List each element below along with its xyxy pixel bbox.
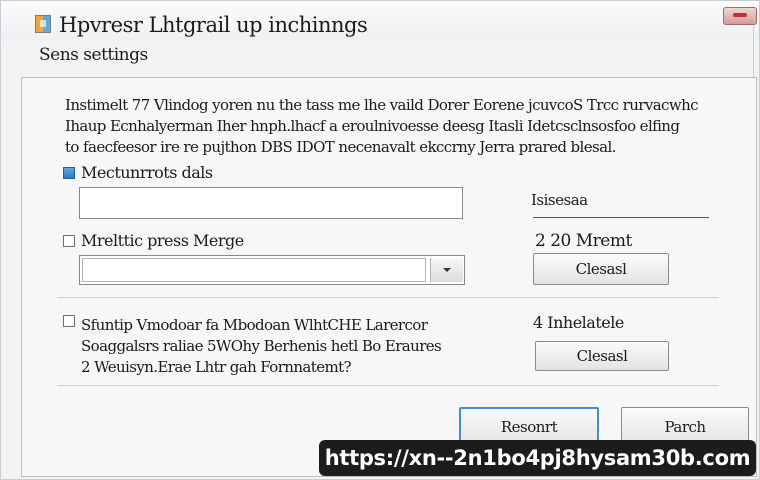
right-label-3: 4 Inhelatele <box>533 313 624 332</box>
settings-window: Hpvresr Lhtgrail up inchinngs Sens setti… <box>0 0 760 480</box>
description-line: Instimelt 77 Vlindog yoren nu the tass m… <box>65 96 699 114</box>
right-button-3[interactable]: Clesasl <box>535 341 669 371</box>
app-icon <box>35 15 51 33</box>
option2-checkbox[interactable] <box>63 235 75 247</box>
option3-text: Sfuntip Vmodoar fa Mbodoan WlhtCHE Larer… <box>81 315 442 378</box>
option3-line: Sfuntip Vmodoar fa Mbodoan WlhtCHE Larer… <box>81 316 428 334</box>
option2-combo-input[interactable] <box>82 258 426 282</box>
right-button-2[interactable]: Clesasl <box>533 253 669 285</box>
option3-line: Soaggalsrs raliae 5WOhy Berhenis hetl Bo… <box>81 337 442 355</box>
window-title: Hpvresr Lhtgrail up inchinngs <box>59 13 368 37</box>
option2-combo[interactable] <box>79 255 465 285</box>
separator-2 <box>57 385 719 386</box>
title-bar: Hpvresr Lhtgrail up inchinngs <box>1 1 759 41</box>
description-line: Ihaup Ecnhalyerman Iher hnph.lhacf a ero… <box>65 117 680 135</box>
right-field-underline <box>533 217 709 218</box>
option2-label: Mrelttic press Merge <box>81 231 244 250</box>
close-button[interactable] <box>723 7 757 25</box>
chevron-down-icon <box>443 268 451 272</box>
right-label-1: Isisesaa <box>531 191 588 209</box>
right-value-2: 2 20 Mremt <box>535 231 632 251</box>
combo-dropdown-button[interactable] <box>430 258 463 282</box>
section-label: Sens settings <box>39 45 148 65</box>
option3-checkbox[interactable] <box>63 315 75 327</box>
separator-1 <box>57 297 719 298</box>
option1-checkbox[interactable] <box>63 167 75 179</box>
option3-line: 2 Weuisyn.Erae Lhtr gah Fornnatemt? <box>81 358 352 376</box>
url-watermark: https://xn--2n1bo4pj8hysam30b.com <box>319 440 756 476</box>
option1-input[interactable] <box>79 187 463 219</box>
description-line: to faecfeesor ire re pujthon DBS IDOT ne… <box>65 138 616 156</box>
description-text: Instimelt 77 Vlindog yoren nu the tass m… <box>65 95 725 158</box>
close-icon <box>733 13 747 17</box>
option1-label: Mectunrrots dals <box>81 163 213 182</box>
